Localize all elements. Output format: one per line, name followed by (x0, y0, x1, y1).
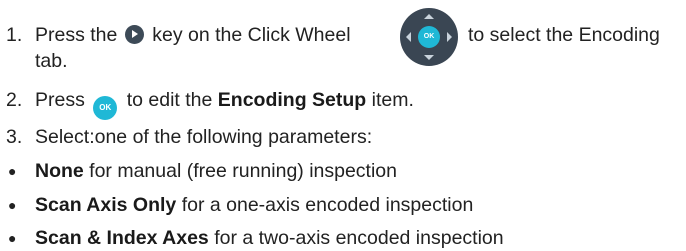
option-description: for a two-axis encoded inspection (214, 227, 504, 249)
step-2-text-a: Press (35, 89, 85, 111)
wheel-right-arrow-icon (447, 32, 452, 42)
click-wheel-icon: OK (400, 8, 458, 66)
option-description: for a one-axis encoded inspection (181, 194, 474, 216)
right-arrow-key-icon (124, 25, 144, 44)
step-2-text-c: item. (371, 89, 414, 111)
step-2-bold: Encoding Setup (217, 89, 367, 111)
step-1-text-c: to select the Encoding (468, 24, 660, 46)
step-1-text-b: key on the Click Wheel (152, 24, 351, 46)
option-name: Scan & Index Axes (35, 227, 209, 249)
step-1-text-a: Press the (35, 24, 118, 46)
option-text: Scan Axis Only for a one-axis encoded in… (35, 194, 473, 216)
step-number: 1. (6, 24, 23, 46)
ok-key-icon: OK (93, 96, 118, 120)
bullet-icon: ● (8, 197, 17, 213)
wheel-ok-button-icon: OK (418, 26, 440, 48)
option-name: Scan Axis Only (35, 194, 177, 216)
bullet-icon: ● (8, 230, 17, 246)
step-2-text: Press OK to edit the Encoding Setup item… (35, 89, 414, 120)
bullet-icon: ● (8, 163, 17, 179)
step-2-text-b: to edit the (126, 89, 213, 111)
wheel-up-arrow-icon (424, 14, 434, 19)
option-name: None (35, 160, 84, 182)
option-text: None for manual (free running) inspectio… (35, 160, 397, 182)
option-description: for manual (free running) inspection (89, 160, 398, 182)
step-1-text: Press the key on the Click Wheel (35, 24, 351, 46)
step-number: 3. (6, 126, 23, 148)
step-number: 2. (6, 89, 23, 111)
step-3-text: Select:one of the following parameters: (35, 126, 373, 148)
step-1-text-wrap: tab. (35, 50, 68, 72)
wheel-left-arrow-icon (406, 32, 411, 42)
option-text: Scan & Index Axes for a two-axis encoded… (35, 227, 504, 249)
wheel-down-arrow-icon (424, 55, 434, 60)
